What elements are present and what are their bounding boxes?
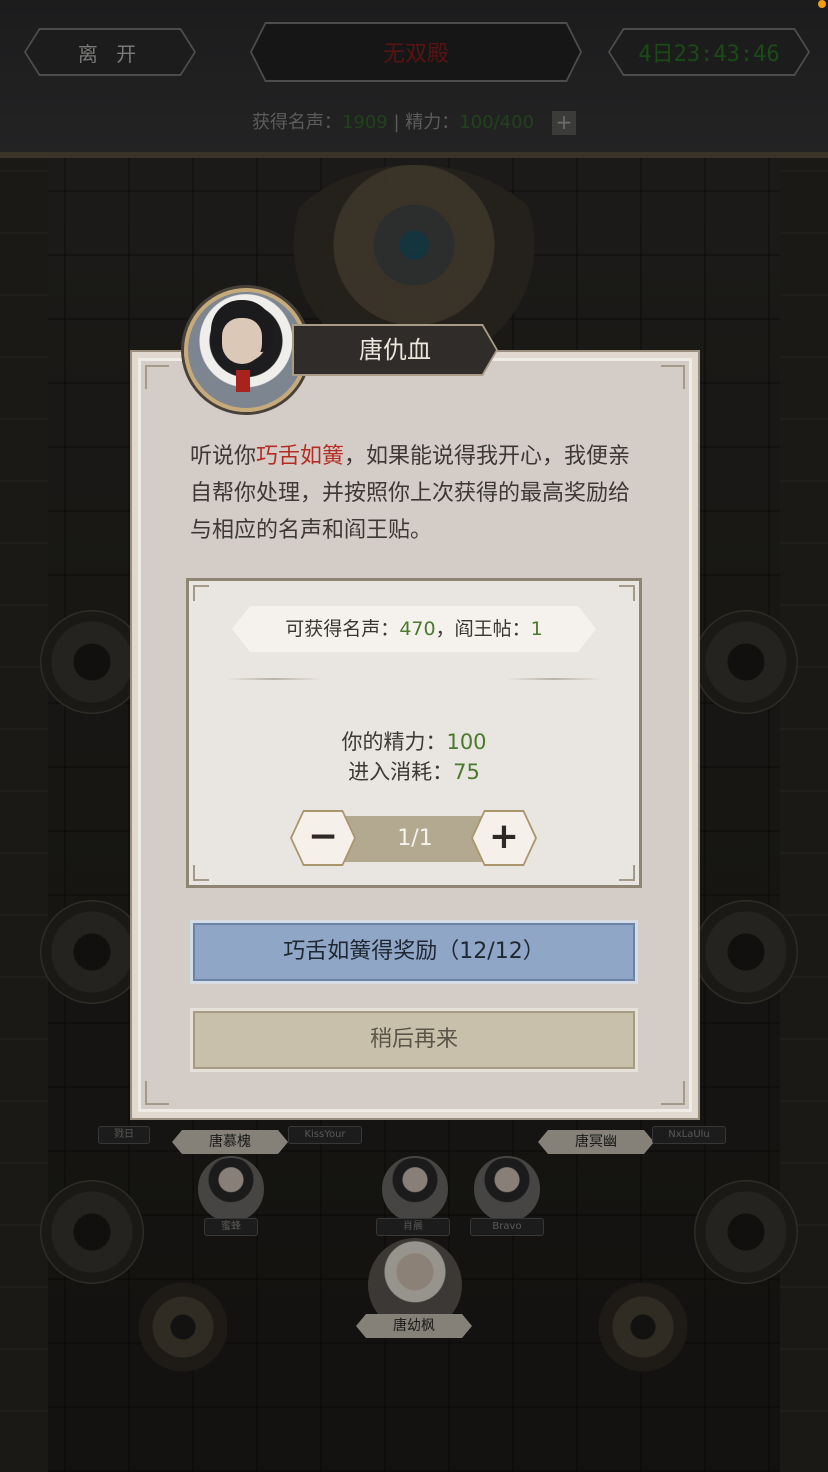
leave-label: 离 开 <box>77 41 143 66</box>
npc-avatar-face <box>222 318 262 364</box>
reward-mid: ，阎王帖： <box>435 618 531 640</box>
energy-label: 精力： <box>405 112 460 133</box>
stats-separator: | <box>387 112 406 133</box>
cost-line: 进入消耗：75 <box>186 756 642 786</box>
minus-button[interactable]: − <box>292 812 354 864</box>
energy-value: 100 <box>446 730 487 754</box>
reward-prefix: 可获得名声： <box>285 618 400 640</box>
countdown-timer: 4日23:43:46 <box>638 42 780 67</box>
claim-reward-button[interactable]: 巧舌如簧得奖励（12/12） <box>190 920 638 984</box>
npc-name: 唐仇血 <box>294 326 496 374</box>
npc-dialog-text: 听说你巧舌如簧，如果能说得我开心，我便亲自帮你处理，并按照你上次获得的最高奖励给… <box>190 438 642 549</box>
later-button[interactable]: 稍后再来 <box>190 1008 638 1072</box>
fame-label: 获得名声： <box>251 112 342 133</box>
timer-plate: 4日23:43:46 <box>608 28 810 76</box>
reward-ticket-value: 1 <box>530 618 543 640</box>
corner-ornament-icon <box>193 865 209 881</box>
energy-line: 你的精力：100 <box>186 726 642 756</box>
cost-label: 进入消耗： <box>348 760 454 784</box>
status-dot <box>818 0 826 8</box>
plus-button[interactable]: + <box>473 812 535 864</box>
corner-ornament-icon <box>661 1081 685 1105</box>
corner-ornament-icon <box>619 865 635 881</box>
cost-value: 75 <box>453 760 480 784</box>
leave-button[interactable]: 离 开 <box>24 28 196 76</box>
energy-label: 你的精力： <box>341 730 447 754</box>
corner-ornament-icon <box>661 365 685 389</box>
fame-value: 1909 <box>341 112 388 133</box>
corner-ornament-icon <box>145 365 169 389</box>
corner-ornament-icon <box>145 1081 169 1105</box>
dialog-text-highlight: 巧舌如簧 <box>256 444 345 469</box>
reward-fame-value: 470 <box>399 618 436 640</box>
npc-avatar-collar <box>236 370 250 392</box>
add-energy-button[interactable]: + <box>552 111 577 135</box>
title-plate: 无双殿 <box>250 22 582 82</box>
corner-ornament-icon <box>619 585 635 601</box>
corner-ornament-icon <box>193 585 209 601</box>
divider-right <box>506 678 602 680</box>
page-title: 无双殿 <box>382 42 449 67</box>
stats-line: 获得名声：1909 | 精力：100/400 + <box>0 108 828 135</box>
energy-value: 100/400 <box>459 112 535 133</box>
divider-left <box>226 678 322 680</box>
reward-banner: 可获得名声：470，阎王帖：1 <box>232 606 596 652</box>
top-header: 离 开 无双殿 4日23:43:46 获得名声：1909 | 精力：100/40… <box>0 0 828 158</box>
dialog-text-start: 听说你 <box>190 444 257 469</box>
